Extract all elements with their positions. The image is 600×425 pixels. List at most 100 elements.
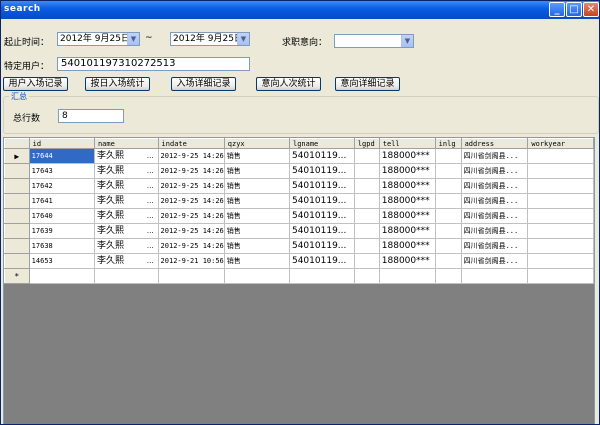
cell-workyear[interactable] bbox=[527, 178, 594, 194]
cell-address[interactable]: 四川省剑阁县... bbox=[460, 223, 529, 239]
cell-lgname[interactable]: 54010119... bbox=[288, 223, 355, 239]
table-row[interactable]: 17643 李久熙... 2012-9-25 14:26 销售 54010119... 1… bbox=[4, 163, 594, 179]
cell-tell[interactable]: 188000*** bbox=[378, 208, 436, 224]
user-entry-button[interactable]: 用户入场记录 bbox=[3, 77, 68, 91]
cell-name[interactable]: 李久熙... bbox=[93, 193, 159, 209]
cell-address[interactable]: 四川省剑阁县... bbox=[460, 208, 529, 224]
cell-id[interactable]: 17638 bbox=[28, 238, 95, 254]
cell-indate[interactable]: 2012-9-25 14:26 bbox=[157, 148, 225, 164]
row-header[interactable] bbox=[4, 253, 30, 269]
cell-name[interactable]: 李久熙... bbox=[93, 253, 159, 269]
cell-lgpd[interactable] bbox=[353, 148, 380, 164]
cell-inlg[interactable] bbox=[434, 193, 462, 209]
cell-address[interactable]: 四川省剑阁县... bbox=[460, 163, 529, 179]
cell-id[interactable]: 17643 bbox=[28, 163, 95, 179]
column-header-lgpd[interactable]: lgpd bbox=[353, 138, 380, 149]
table-row[interactable]: 17642 李久熙... 2012-9-25 14:26 销售 54010119... 1… bbox=[4, 178, 594, 194]
ellipsis-button[interactable]: ... bbox=[147, 225, 154, 238]
cell-lgname[interactable]: 54010119... bbox=[288, 163, 355, 179]
cell-tell[interactable]: 188000*** bbox=[378, 253, 436, 269]
cell-tell[interactable]: 188000*** bbox=[378, 148, 436, 164]
ellipsis-button[interactable]: ... bbox=[147, 180, 154, 193]
cell-empty[interactable] bbox=[93, 268, 159, 284]
cell-qzyx[interactable]: 销售 bbox=[223, 148, 290, 164]
cell-address[interactable]: 四川省剑阁县... bbox=[460, 238, 529, 254]
ellipsis-button[interactable]: ... bbox=[147, 150, 154, 163]
column-header-id[interactable]: id bbox=[28, 138, 95, 149]
cell-inlg[interactable] bbox=[434, 163, 462, 179]
cell-indate[interactable]: 2012-9-21 10:56 bbox=[157, 253, 225, 269]
cell-empty[interactable] bbox=[288, 268, 355, 284]
cell-lgname[interactable]: 54010119... bbox=[288, 193, 355, 209]
cell-name[interactable]: 李久熙... bbox=[93, 208, 159, 224]
maximize-button[interactable]: □ bbox=[566, 2, 582, 17]
close-button[interactable]: ✕ bbox=[583, 2, 599, 17]
cell-qzyx[interactable]: 销售 bbox=[223, 208, 290, 224]
cell-name[interactable]: 李久熙... bbox=[93, 238, 159, 254]
new-row[interactable]: * bbox=[4, 268, 594, 284]
row-header[interactable] bbox=[4, 193, 30, 209]
cell-indate[interactable]: 2012-9-25 14:26 bbox=[157, 238, 225, 254]
cell-indate[interactable]: 2012-9-25 14:26 bbox=[157, 178, 225, 194]
cell-id[interactable]: 17644 bbox=[28, 148, 95, 164]
cell-lgname[interactable]: 54010119... bbox=[288, 253, 355, 269]
cell-empty[interactable] bbox=[28, 268, 95, 284]
start-date-picker[interactable]: 2012年 9月25日 ▼ bbox=[57, 32, 140, 46]
intent-stats-button[interactable]: 意向人次统计 bbox=[256, 77, 321, 91]
cell-empty[interactable] bbox=[157, 268, 225, 284]
cell-qzyx[interactable]: 销售 bbox=[223, 223, 290, 239]
cell-indate[interactable]: 2012-9-25 14:26 bbox=[157, 208, 225, 224]
user-id-input[interactable]: 540101197310272513 bbox=[57, 57, 250, 71]
ellipsis-button[interactable]: ... bbox=[147, 195, 154, 208]
column-header-indate[interactable]: indate bbox=[157, 138, 225, 149]
column-header-name[interactable]: name bbox=[93, 138, 159, 149]
cell-qzyx[interactable]: 销售 bbox=[223, 193, 290, 209]
cell-inlg[interactable] bbox=[434, 178, 462, 194]
cell-lgpd[interactable] bbox=[353, 208, 380, 224]
table-row[interactable]: ▶ 17644 李久熙... 2012-9-25 14:26 销售 54010119...… bbox=[4, 148, 594, 164]
intent-detail-button[interactable]: 意向详细记录 bbox=[335, 77, 400, 91]
cell-lgpd[interactable] bbox=[353, 253, 380, 269]
chevron-down-icon[interactable]: ▼ bbox=[237, 33, 249, 45]
cell-name[interactable]: 李久熙... bbox=[93, 223, 159, 239]
cell-workyear[interactable] bbox=[527, 238, 594, 254]
cell-lgpd[interactable] bbox=[353, 163, 380, 179]
cell-lgname[interactable]: 54010119... bbox=[288, 178, 355, 194]
cell-name[interactable]: 李久熙... bbox=[93, 178, 159, 194]
ellipsis-button[interactable]: ... bbox=[147, 210, 154, 223]
cell-indate[interactable]: 2012-9-25 14:26 bbox=[157, 193, 225, 209]
cell-qzyx[interactable]: 销售 bbox=[223, 253, 290, 269]
cell-id[interactable]: 14653 bbox=[28, 253, 95, 269]
ellipsis-button[interactable]: ... bbox=[147, 240, 154, 253]
title-bar[interactable]: search _ □ ✕ bbox=[1, 1, 599, 19]
cell-workyear[interactable] bbox=[527, 193, 594, 209]
cell-tell[interactable]: 188000*** bbox=[378, 163, 436, 179]
table-row[interactable]: 14653 李久熙... 2012-9-21 10:56 销售 54010119... 1… bbox=[4, 253, 594, 269]
table-row[interactable]: 17639 李久熙... 2012-9-25 14:26 销售 54010119... 1… bbox=[4, 223, 594, 239]
ellipsis-button[interactable]: ... bbox=[147, 165, 154, 178]
column-header-workyear[interactable]: workyear bbox=[527, 138, 594, 149]
row-header[interactable] bbox=[4, 163, 30, 179]
cell-tell[interactable]: 188000*** bbox=[378, 178, 436, 194]
row-header[interactable] bbox=[4, 223, 30, 239]
cell-indate[interactable]: 2012-9-25 14:26 bbox=[157, 223, 225, 239]
column-header-tell[interactable]: tell bbox=[378, 138, 436, 149]
total-rows-field[interactable]: 8 bbox=[58, 109, 124, 123]
cell-workyear[interactable] bbox=[527, 208, 594, 224]
cell-qzyx[interactable]: 销售 bbox=[223, 238, 290, 254]
cell-workyear[interactable] bbox=[527, 223, 594, 239]
cell-id[interactable]: 17640 bbox=[28, 208, 95, 224]
job-intent-select[interactable]: ▼ bbox=[334, 34, 414, 48]
cell-inlg[interactable] bbox=[434, 253, 462, 269]
cell-empty[interactable] bbox=[434, 268, 462, 284]
row-header[interactable] bbox=[4, 178, 30, 194]
cell-name[interactable]: 李久熙... bbox=[93, 148, 159, 164]
entry-detail-button[interactable]: 入场详细记录 bbox=[171, 77, 236, 91]
column-header-lgname[interactable]: lgname bbox=[288, 138, 355, 149]
cell-lgname[interactable]: 54010119... bbox=[288, 148, 355, 164]
cell-tell[interactable]: 188000*** bbox=[378, 223, 436, 239]
daily-stats-button[interactable]: 按日入场统计 bbox=[85, 77, 150, 91]
row-header[interactable] bbox=[4, 238, 30, 254]
cell-address[interactable]: 四川省剑阁县... bbox=[460, 148, 529, 164]
column-header-inlg[interactable]: inlg bbox=[434, 138, 462, 149]
